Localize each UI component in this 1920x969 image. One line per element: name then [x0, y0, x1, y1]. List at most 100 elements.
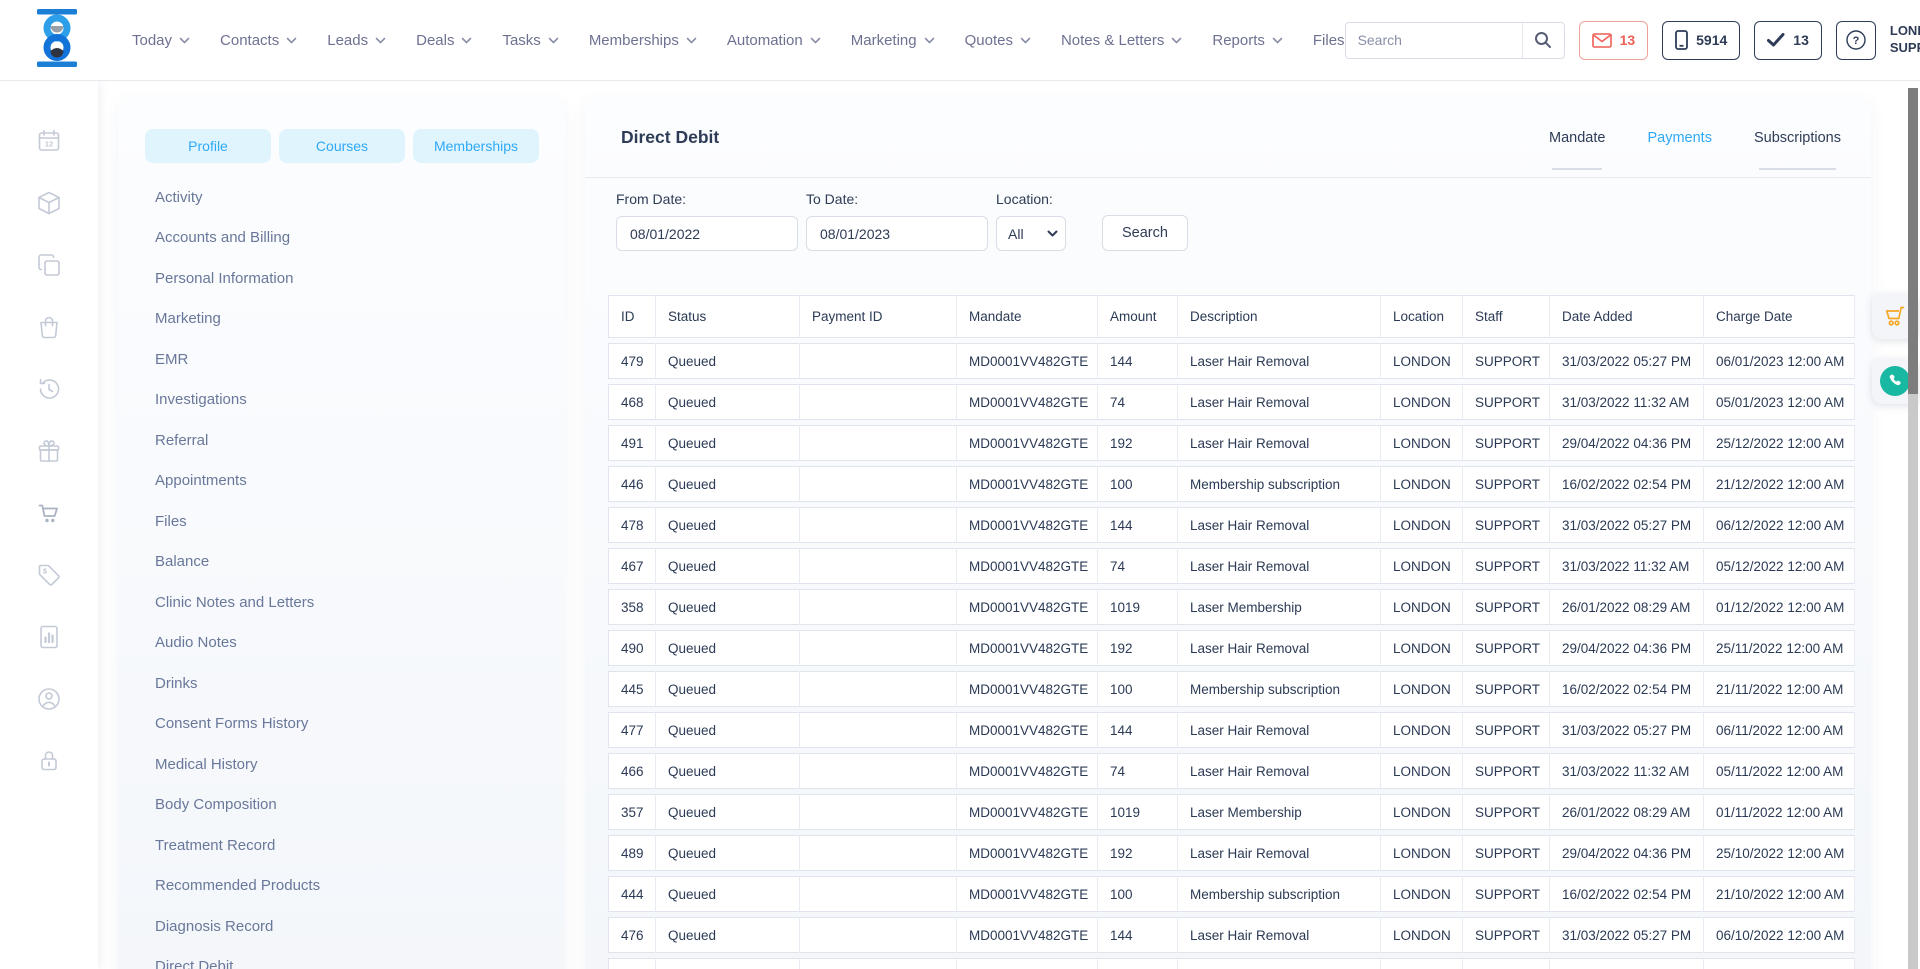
nav-item-label: Files	[1313, 32, 1345, 49]
app-logo[interactable]	[30, 9, 84, 72]
search-submit-button[interactable]	[1522, 23, 1564, 58]
table-row[interactable]: 467 Queued MD0001VV482GTE 74 Laser Hair …	[608, 548, 1855, 584]
report-icon[interactable]	[36, 624, 62, 650]
cell-amount: 192	[1098, 425, 1178, 461]
cell-mandate: MD0001VV482GTE	[957, 548, 1098, 584]
nav-item[interactable]: Notes & Letters	[1061, 32, 1182, 49]
profile-section-item[interactable]: Clinic Notes and Letters	[155, 582, 565, 623]
table-row[interactable]: 445 Queued MD0001VV482GTE 100 Membership…	[608, 671, 1855, 707]
profile-panel-tab[interactable]: Courses	[279, 129, 405, 163]
direct-debit-tab[interactable]: Subscriptions	[1754, 130, 1841, 146]
nav-item[interactable]: Automation	[727, 32, 821, 49]
direct-debit-tab[interactable]: Mandate	[1549, 130, 1605, 146]
profile-panel-tab[interactable]: Profile	[145, 129, 271, 163]
table-row[interactable]: 490 Queued MD0001VV482GTE 192 Laser Hair…	[608, 630, 1855, 666]
shopping-bag-icon[interactable]	[36, 314, 62, 340]
profile-section-item[interactable]: Recommended Products	[155, 866, 565, 907]
nav-item[interactable]: Leads	[327, 32, 386, 49]
calendar-icon[interactable]: 12	[36, 128, 62, 154]
cell-id: 479	[608, 343, 656, 379]
table-row[interactable]: 446 Queued MD0001VV482GTE 100 Membership…	[608, 466, 1855, 502]
profile-panel-tab[interactable]: Memberships	[413, 129, 539, 163]
profile-section-item[interactable]: EMR	[155, 339, 565, 380]
nav-item[interactable]: Quotes	[965, 32, 1031, 49]
cell-status: Queued	[656, 343, 800, 379]
profile-section-item[interactable]: Files	[155, 501, 565, 542]
profile-section-item[interactable]: Diagnosis Record	[155, 906, 565, 947]
profile-section-item[interactable]: Treatment Record	[155, 825, 565, 866]
cart-icon[interactable]	[36, 500, 62, 526]
table-row[interactable]: 476 Queued MD0001VV482GTE 144 Laser Hair…	[608, 917, 1855, 953]
cell-payment-id	[800, 384, 957, 420]
gift-icon[interactable]	[36, 438, 62, 464]
payments-table: ID Status Payment ID Mandate Amount Desc…	[608, 290, 1855, 969]
sms-notifications-button[interactable]: 5914	[1662, 21, 1740, 60]
checkmark-icon	[1767, 33, 1785, 47]
table-row[interactable]: 444 Queued MD0001VV482GTE 100 Membership…	[608, 876, 1855, 912]
cell-location: LONDON	[1381, 466, 1463, 502]
table-row[interactable]: 465 Queued MD0001VV482GTE 74 Laser Hair …	[608, 958, 1855, 969]
history-icon[interactable]	[36, 376, 62, 402]
table-row[interactable]: 478 Queued MD0001VV482GTE 144 Laser Hair…	[608, 507, 1855, 543]
copy-icon[interactable]	[36, 252, 62, 278]
nav-item[interactable]: Contacts	[220, 32, 297, 49]
hourglass-logo-icon	[30, 9, 84, 67]
nav-item-label: Deals	[416, 32, 454, 49]
nav-item-label: Marketing	[851, 32, 917, 49]
cell-mandate: MD0001VV482GTE	[957, 425, 1098, 461]
price-tag-icon[interactable]: $	[36, 562, 62, 588]
direct-debit-tab[interactable]: Payments	[1647, 130, 1711, 146]
nav-item[interactable]: Today	[132, 32, 190, 49]
profile-section-item[interactable]: Body Composition	[155, 785, 565, 826]
profile-section-item[interactable]: Consent Forms History	[155, 704, 565, 745]
profile-section-item[interactable]: Audio Notes	[155, 623, 565, 664]
profile-section-item[interactable]: Direct Debit	[155, 947, 565, 969]
account-icon[interactable]	[36, 686, 62, 712]
table-row[interactable]: 491 Queued MD0001VV482GTE 192 Laser Hair…	[608, 425, 1855, 461]
tasks-done-button[interactable]: 13	[1754, 21, 1822, 60]
profile-section-item[interactable]: Balance	[155, 542, 565, 583]
mail-notifications-button[interactable]: 13	[1579, 21, 1649, 60]
table-row[interactable]: 489 Queued MD0001VV482GTE 192 Laser Hair…	[608, 835, 1855, 871]
svg-text:?: ?	[1853, 35, 1860, 47]
profile-section-item[interactable]: Referral	[155, 420, 565, 461]
nav-item[interactable]: Files	[1313, 32, 1345, 49]
nav-item[interactable]: Deals	[416, 32, 472, 49]
nav-item[interactable]: Reports	[1212, 32, 1283, 49]
profile-section-item[interactable]: Investigations	[155, 380, 565, 421]
top-bar: Today Contacts Leads Deals Tasks	[0, 0, 1920, 80]
cell-date-added: 26/01/2022 08:29 AM	[1550, 794, 1704, 830]
nav-item-label: Tasks	[502, 32, 540, 49]
help-button[interactable]: ?	[1836, 21, 1876, 60]
location-select[interactable]: All	[996, 216, 1066, 251]
from-date-input[interactable]	[616, 216, 798, 251]
chevron-down-icon	[179, 37, 190, 44]
profile-section-item[interactable]: Marketing	[155, 299, 565, 340]
cell-charge-date: 06/11/2022 12:00 AM	[1704, 712, 1855, 748]
nav-item[interactable]: Marketing	[851, 32, 935, 49]
cell-amount: 1019	[1098, 589, 1178, 625]
table-row[interactable]: 466 Queued MD0001VV482GTE 74 Laser Hair …	[608, 753, 1855, 789]
profile-section-item[interactable]: Drinks	[155, 663, 565, 704]
page-scrollbar-thumb[interactable]	[1908, 88, 1918, 394]
search-input[interactable]	[1346, 32, 1522, 48]
nav-item[interactable]: Memberships	[589, 32, 697, 49]
cell-id: 489	[608, 835, 656, 871]
profile-section-item[interactable]: Personal Information	[155, 258, 565, 299]
cell-location: LONDON	[1381, 876, 1463, 912]
profile-section-item[interactable]: Accounts and Billing	[155, 218, 565, 259]
filter-search-button[interactable]: Search	[1102, 215, 1188, 251]
cell-charge-date: 25/10/2022 12:00 AM	[1704, 835, 1855, 871]
table-row[interactable]: 357 Queued MD0001VV482GTE 1019 Laser Mem…	[608, 794, 1855, 830]
to-date-input[interactable]	[806, 216, 988, 251]
table-row[interactable]: 477 Queued MD0001VV482GTE 144 Laser Hair…	[608, 712, 1855, 748]
table-row[interactable]: 479 Queued MD0001VV482GTE 144 Laser Hair…	[608, 343, 1855, 379]
profile-section-item[interactable]: Appointments	[155, 461, 565, 502]
lock-icon[interactable]	[36, 748, 62, 774]
profile-section-item[interactable]: Medical History	[155, 744, 565, 785]
table-row[interactable]: 358 Queued MD0001VV482GTE 1019 Laser Mem…	[608, 589, 1855, 625]
profile-section-item[interactable]: Activity	[155, 177, 565, 218]
nav-item[interactable]: Tasks	[502, 32, 558, 49]
table-row[interactable]: 468 Queued MD0001VV482GTE 74 Laser Hair …	[608, 384, 1855, 420]
package-icon[interactable]	[36, 190, 62, 216]
